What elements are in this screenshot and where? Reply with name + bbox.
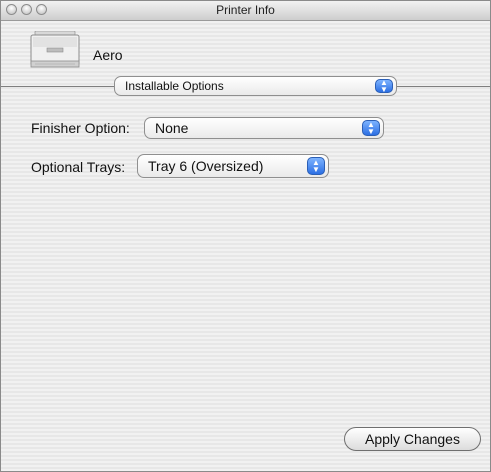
finisher-option-label: Finisher Option: (31, 120, 130, 136)
popup-arrows-icon: ▲ ▼ (307, 157, 325, 175)
printer-name: Aero (93, 47, 123, 63)
optional-trays-value: Tray 6 (Oversized) (148, 158, 264, 174)
panel-selector-popup[interactable]: Installable Options ▲ ▼ (114, 76, 397, 96)
optional-trays-label: Optional Trays: (31, 159, 126, 175)
printer-icon (30, 31, 80, 68)
optional-trays-popup[interactable]: Tray 6 (Oversized) ▲ ▼ (137, 154, 329, 178)
panel-selector-value: Installable Options (125, 79, 224, 93)
finisher-option-popup[interactable]: None ▲ ▼ (144, 117, 384, 139)
printer-info-window: Printer Info Aero Installable Options ▲ ▼… (0, 0, 491, 472)
window-title: Printer Info (216, 3, 275, 17)
title-bar[interactable]: Printer Info (1, 1, 490, 21)
popup-arrows-icon: ▲ ▼ (375, 79, 393, 94)
popup-arrows-icon: ▲ ▼ (362, 120, 380, 136)
apply-changes-button[interactable]: Apply Changes (344, 427, 481, 451)
finisher-option-value: None (155, 120, 189, 136)
